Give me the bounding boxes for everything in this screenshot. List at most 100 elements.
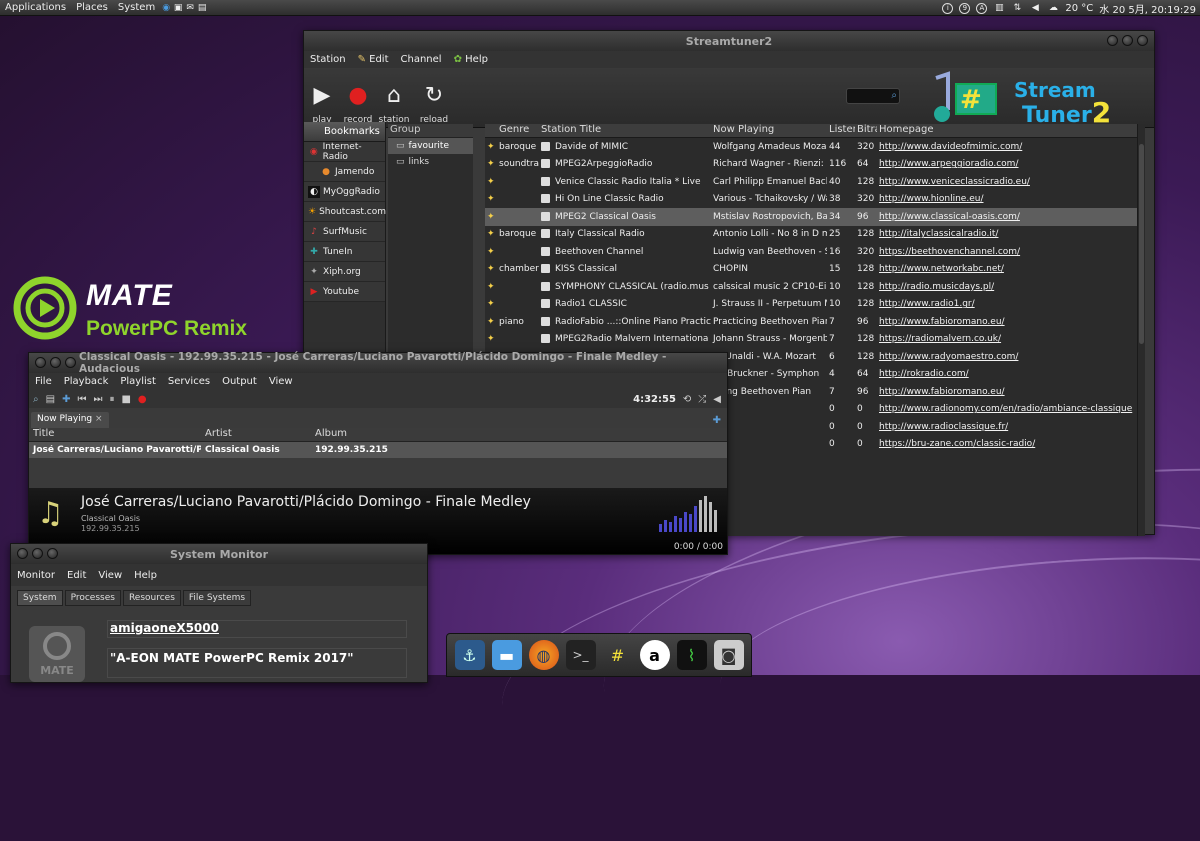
- cell-homepage[interactable]: https://bru-zane.com/classic-radio/: [877, 439, 1145, 449]
- group-header[interactable]: Group: [388, 124, 473, 138]
- tab-file-systems[interactable]: File Systems: [182, 590, 252, 606]
- cell-homepage[interactable]: http://www.radio1.gr/: [877, 299, 1145, 309]
- clock[interactable]: 水 20 5月, 20:19:29: [1099, 1, 1196, 16]
- add-playlist-icon[interactable]: ✚: [713, 415, 721, 426]
- menu-playback[interactable]: Playback: [58, 376, 115, 387]
- play-button[interactable]: ▶ play: [304, 68, 340, 127]
- menu-edit[interactable]: Edit: [61, 570, 92, 581]
- col-title[interactable]: Station Title: [539, 124, 711, 137]
- open-icon[interactable]: ▤: [46, 394, 55, 405]
- add-icon[interactable]: ✚: [62, 394, 70, 405]
- previous-icon[interactable]: ⏮: [77, 394, 86, 405]
- table-row[interactable]: ✦ soundtra MPEG2ArpeggioRadio Richard Wagne…: [485, 156, 1145, 174]
- table-row[interactable]: ✦ MPEG2Radio Malvern Internationa Johann S…: [485, 331, 1145, 349]
- menu-help[interactable]: Help: [128, 570, 163, 581]
- sidebar-item-tunein[interactable]: ✚ TuneIn: [304, 242, 385, 262]
- menu-help[interactable]: ✿ Help: [448, 54, 494, 65]
- tab-resources[interactable]: Resources: [122, 590, 181, 606]
- browser-launcher-icon[interactable]: ◉: [160, 2, 172, 14]
- sidebar-item-shoutcast[interactable]: ☀ Shoutcast.com: [304, 202, 386, 222]
- col-now-playing[interactable]: Now Playing: [711, 124, 827, 137]
- streamtuner-icon[interactable]: #: [603, 640, 633, 670]
- cell-homepage[interactable]: https://radiomalvern.co.uk/: [877, 334, 1145, 344]
- anchor-icon[interactable]: ⚓: [454, 640, 485, 670]
- weather-temp[interactable]: 20 °C: [1065, 3, 1093, 14]
- number-circle-icon[interactable]: 9: [959, 2, 971, 14]
- table-row[interactable]: ✦ MPEG2 Classical Oasis Mstislav Rostropov…: [485, 208, 1145, 226]
- cell-homepage[interactable]: http://www.networkabc.net/: [877, 264, 1145, 274]
- firefox-icon[interactable]: ◍: [528, 640, 559, 670]
- audacious-titlebar[interactable]: Classical Oasis - 192.99.35.215 - José C…: [29, 351, 727, 375]
- cell-homepage[interactable]: http://www.davideofmimic.com/: [877, 142, 1145, 152]
- table-row[interactable]: ✦ Venice Classic Radio Italia * Live Carl …: [485, 173, 1145, 191]
- cell-homepage[interactable]: http://www.fabioromano.eu/: [877, 387, 1145, 397]
- a-circle-icon[interactable]: A: [976, 2, 988, 14]
- sidebar-item-xiph[interactable]: ✦ Xiph.org: [304, 262, 385, 282]
- tab-system[interactable]: System: [17, 590, 63, 606]
- cell-homepage[interactable]: http://www.hionline.eu/: [877, 194, 1145, 204]
- screenshot-icon[interactable]: ◙: [713, 640, 744, 670]
- table-row[interactable]: ✦ piano RadioFabio ...::Online Piano Pract…: [485, 313, 1145, 331]
- record-button[interactable]: ● record: [340, 68, 376, 127]
- scrollbar[interactable]: [1137, 124, 1145, 536]
- menu-places[interactable]: Places: [71, 0, 113, 16]
- table-row[interactable]: ✦ baroque Italy Classical Radio Antonio Lol…: [485, 226, 1145, 244]
- cell-homepage[interactable]: http://www.fabioromano.eu/: [877, 317, 1145, 327]
- hostname[interactable]: amigaoneX5000: [107, 620, 407, 638]
- sidebar-item-bookmarks[interactable]: Bookmarks: [304, 122, 385, 142]
- sidebar-item-surfmusic[interactable]: ♪ SurfMusic: [304, 222, 385, 242]
- finder-icon[interactable]: ▬: [491, 640, 522, 670]
- col-listeners[interactable]: Listen: [827, 124, 855, 137]
- table-row[interactable]: ✦ chamber KISS Classical CHOPIN 15 128 http://…: [485, 261, 1145, 279]
- cell-homepage[interactable]: https://beethovenchannel.com/: [877, 247, 1145, 257]
- minimize-button[interactable]: [1107, 35, 1118, 46]
- table-row[interactable]: ✦ Beethoven Channel Ludwig van Beethoven -…: [485, 243, 1145, 261]
- table-row[interactable]: ✦ Hi On Line Classic Radio Various - Tchai…: [485, 191, 1145, 209]
- menu-output[interactable]: Output: [216, 376, 263, 387]
- sysmon-icon[interactable]: ⌇: [676, 640, 707, 670]
- station-button[interactable]: ⌂ station: [376, 68, 412, 127]
- audacious-icon[interactable]: a: [639, 640, 670, 670]
- close-tab-icon[interactable]: ×: [95, 414, 103, 424]
- group-item-favourite[interactable]: ▭ favourite: [388, 138, 473, 154]
- volume-icon[interactable]: ◀: [1029, 2, 1041, 14]
- files-launcher-icon[interactable]: ▤: [196, 2, 208, 14]
- col-album[interactable]: Album: [311, 428, 421, 441]
- cell-homepage[interactable]: http://www.arpeggioradio.com/: [877, 159, 1145, 169]
- menu-channel[interactable]: Channel: [395, 54, 448, 65]
- search-box[interactable]: ⌕: [846, 88, 900, 104]
- cell-homepage[interactable]: http://www.radionomy.com/en/radio/ambian…: [877, 404, 1145, 414]
- menu-view[interactable]: View: [263, 376, 299, 387]
- cell-homepage[interactable]: http://www.veniceclassicradio.eu/: [877, 177, 1145, 187]
- menu-file[interactable]: File: [29, 376, 58, 387]
- menu-station[interactable]: Station: [304, 54, 352, 65]
- menu-applications[interactable]: Applications: [0, 0, 71, 16]
- menu-services[interactable]: Services: [162, 376, 216, 387]
- record-icon[interactable]: ●: [138, 394, 147, 405]
- col-title[interactable]: Title: [29, 428, 201, 441]
- search-icon[interactable]: ⌕: [33, 394, 39, 405]
- menu-edit[interactable]: ✎ Edit: [352, 54, 395, 65]
- pause-icon[interactable]: ⏸: [109, 394, 114, 405]
- menu-system[interactable]: System: [113, 0, 160, 16]
- repeat-icon[interactable]: ⟲: [683, 394, 691, 405]
- shuffle-icon[interactable]: ⤮: [698, 394, 706, 405]
- menu-view[interactable]: View: [92, 570, 128, 581]
- col-artist[interactable]: Artist: [201, 428, 311, 441]
- terminal-icon[interactable]: >_: [565, 640, 596, 670]
- cell-homepage[interactable]: http://rokradio.com/: [877, 369, 1145, 379]
- cell-homepage[interactable]: http://radio.musicdays.pl/: [877, 282, 1145, 292]
- minimize-button[interactable]: [32, 548, 43, 559]
- streamtuner-titlebar[interactable]: Streamtuner2: [304, 31, 1154, 51]
- tab-now-playing[interactable]: Now Playing ×: [31, 412, 109, 428]
- network-icon[interactable]: ⇅: [1011, 2, 1023, 14]
- maximize-button[interactable]: [47, 548, 58, 559]
- close-button[interactable]: [35, 357, 46, 368]
- info-circle-icon[interactable]: i: [942, 2, 954, 14]
- col-genre[interactable]: Genre: [497, 124, 539, 137]
- stop-icon[interactable]: ■: [121, 394, 130, 405]
- cell-homepage[interactable]: http://italyclassicalradio.it/: [877, 229, 1145, 239]
- tab-processes[interactable]: Processes: [64, 590, 121, 606]
- terminal-launcher-icon[interactable]: ▣: [172, 2, 184, 14]
- package-icon[interactable]: ▥: [993, 2, 1005, 14]
